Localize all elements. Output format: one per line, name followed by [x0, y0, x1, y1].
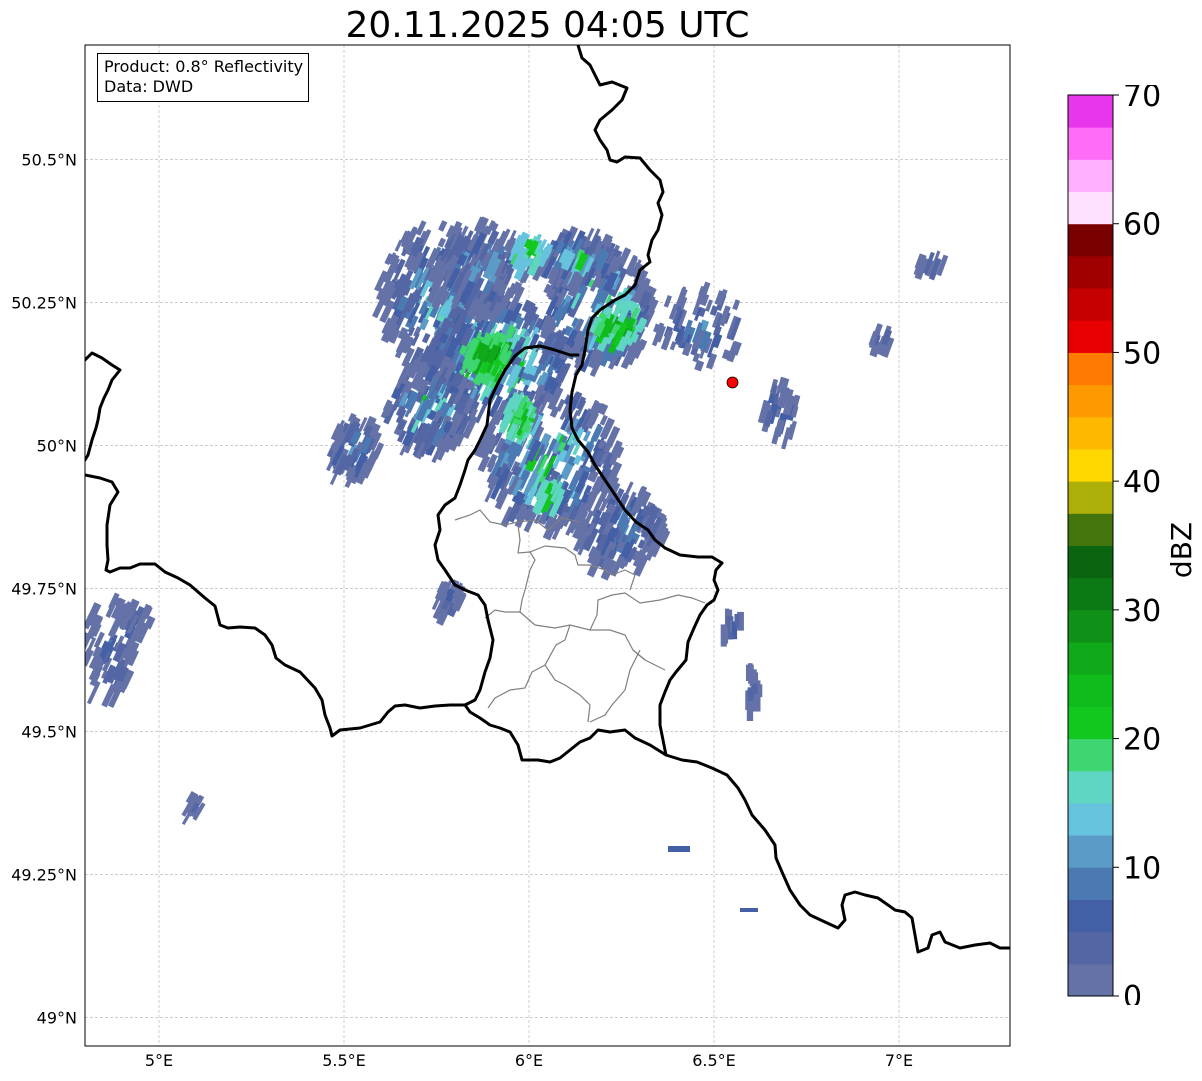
echo-cell [747, 687, 754, 701]
colorbar-bands [1068, 95, 1113, 997]
colorbar-band [1068, 899, 1113, 933]
colorbar-band [1068, 448, 1113, 482]
colorbar-tick-label: 0 [1123, 980, 1142, 1005]
colorbar: 0 10 20 30 40 50 60 70 [1067, 85, 1161, 1005]
colorbar-band [1068, 738, 1113, 772]
colorbar-tick-label: 70 [1123, 85, 1161, 114]
echo-cell [752, 697, 761, 712]
lat-tick-label: 49°N [37, 1008, 77, 1027]
colorbar-unit-label: dBZ [1165, 522, 1198, 578]
product-label: Product: 0.8° Reflectivity [104, 57, 304, 76]
colorbar-band [1068, 802, 1113, 836]
lon-tick-label: 6°E [515, 1051, 543, 1070]
colorbar-band [1068, 963, 1113, 997]
colorbar-band [1068, 513, 1113, 546]
colorbar-band [1068, 481, 1113, 514]
colorbar-ticks: 0 10 20 30 40 50 60 70 [1113, 85, 1161, 1005]
lat-tick-label: 49.5°N [21, 722, 77, 741]
data-source-label: Data: DWD [104, 77, 194, 96]
colorbar-band [1068, 577, 1113, 611]
lat-tick-label: 50.5°N [21, 150, 77, 169]
lon-tick-label: 6.5°E [692, 1051, 736, 1070]
echo-cell [734, 613, 740, 628]
colorbar-band [1068, 95, 1113, 128]
echo-cell [745, 664, 754, 681]
colorbar-band [1068, 288, 1113, 321]
colorbar-tick-label: 30 [1123, 594, 1161, 629]
echo-cell [668, 846, 690, 852]
lat-tick-label: 50°N [37, 436, 77, 455]
echo-cell [740, 908, 758, 912]
radar-map: 5°E 5.5°E 6°E 6.5°E 7°E 49°N 49.25°N 49.5°N 49.7… [11, 44, 1011, 1070]
colorbar-band [1068, 352, 1113, 386]
colorbar-band [1068, 320, 1113, 353]
colorbar-band [1068, 835, 1113, 868]
echo-cell [731, 621, 736, 635]
echo-cell [720, 624, 727, 647]
lon-tick-label: 5°E [145, 1051, 173, 1070]
radar-site-marker [726, 376, 739, 389]
lat-tick-label: 49.25°N [11, 865, 77, 884]
colorbar-band [1068, 674, 1113, 707]
lat-tick-label: 49.75°N [11, 579, 77, 598]
colorbar-band [1068, 255, 1113, 289]
colorbar-band [1068, 642, 1113, 675]
colorbar-tick-label: 50 [1123, 336, 1161, 371]
colorbar-tick-label: 20 [1123, 723, 1161, 758]
colorbar-band [1068, 384, 1113, 418]
colorbar-tick-label: 10 [1123, 851, 1161, 886]
colorbar-band [1068, 770, 1113, 804]
colorbar-tick-label: 60 [1123, 208, 1161, 243]
colorbar-tick-label: 40 [1123, 465, 1161, 500]
colorbar-band [1068, 223, 1113, 257]
colorbar-band [1068, 931, 1113, 965]
lon-tick-label: 7°E [885, 1051, 913, 1070]
product-info-box: Product: 0.8° Reflectivity Data: DWD [97, 53, 310, 102]
colorbar-band [1068, 191, 1113, 225]
colorbar-label: dBZ [1165, 522, 1198, 578]
colorbar-band [1068, 127, 1113, 160]
echo-cell [746, 700, 754, 721]
lat-tick-label: 50.25°N [11, 293, 77, 312]
lon-tick-label: 5.5°E [322, 1051, 366, 1070]
colorbar-band [1068, 545, 1113, 579]
colorbar-band [1068, 416, 1113, 450]
colorbar-band [1068, 609, 1113, 643]
colorbar-band [1068, 706, 1113, 740]
colorbar-band [1068, 867, 1113, 900]
colorbar-band [1068, 159, 1113, 193]
